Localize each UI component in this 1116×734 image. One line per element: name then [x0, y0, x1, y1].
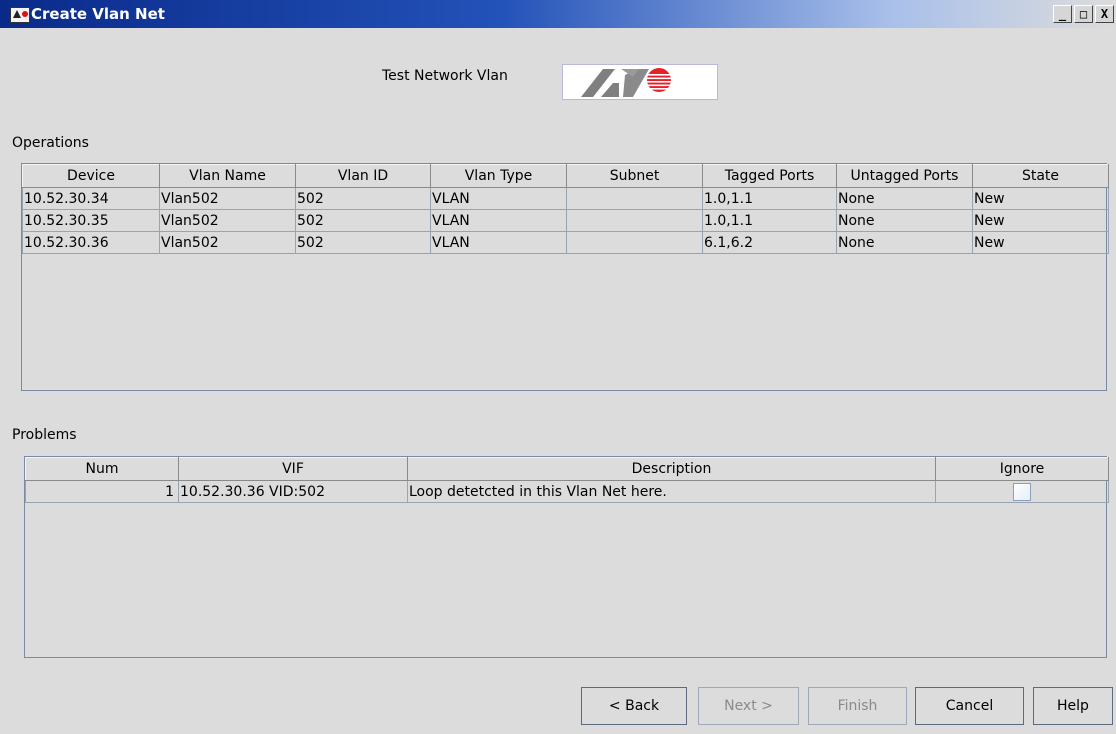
vlan-net-name-label: Test Network Vlan	[382, 68, 508, 84]
cell-state: New	[972, 209, 1109, 232]
minimize-button[interactable]: _	[1053, 5, 1072, 23]
ignore-checkbox[interactable]	[1013, 482, 1031, 501]
operations-row[interactable]: 10.52.30.34 Vlan502 502 VLAN 1.0,1.1 Non…	[22, 187, 1109, 210]
cell-untagged-ports: None	[836, 209, 973, 232]
cell-subnet	[566, 209, 703, 232]
operations-label: Operations	[12, 135, 89, 151]
cell-vlan-type: VLAN	[430, 209, 567, 232]
column-header-vlan-type[interactable]: Vlan Type	[430, 164, 567, 188]
column-header-device[interactable]: Device	[22, 164, 160, 188]
help-button[interactable]: Help	[1033, 687, 1113, 725]
column-header-untagged-ports[interactable]: Untagged Ports	[836, 164, 973, 188]
back-button[interactable]: < Back	[581, 687, 687, 725]
cell-vlan-name: Vlan502	[159, 231, 296, 254]
cell-state: New	[972, 187, 1109, 210]
cell-ignore	[935, 480, 1109, 503]
cell-untagged-ports: None	[836, 231, 973, 254]
cell-vif: 10.52.30.36 VID:502	[178, 480, 408, 503]
cell-device: 10.52.30.34	[22, 187, 160, 210]
window-title: Create Vlan Net	[31, 5, 165, 23]
problems-table: Num VIF Description Ignore 1 10.52.30.36…	[25, 457, 1109, 503]
problems-header-row: Num VIF Description Ignore	[25, 457, 1109, 481]
operations-header-row: Device Vlan Name Vlan ID Vlan Type Subne…	[22, 164, 1109, 188]
column-header-ignore[interactable]: Ignore	[935, 457, 1109, 481]
cell-subnet	[566, 187, 703, 210]
problems-table-panel[interactable]: Num VIF Description Ignore 1 10.52.30.36…	[24, 456, 1109, 658]
cell-device: 10.52.30.35	[22, 209, 160, 232]
cell-vlan-type: VLAN	[430, 187, 567, 210]
next-button[interactable]: Next >	[698, 687, 799, 725]
finish-button[interactable]: Finish	[808, 687, 907, 725]
cell-untagged-ports: None	[836, 187, 973, 210]
operations-table-panel[interactable]: Device Vlan Name Vlan ID Vlan Type Subne…	[21, 163, 1109, 391]
logo-panel	[562, 64, 718, 100]
column-header-num[interactable]: Num	[25, 457, 179, 481]
column-header-vif[interactable]: VIF	[178, 457, 408, 481]
cell-vlan-name: Vlan502	[159, 209, 296, 232]
column-header-vlan-id[interactable]: Vlan ID	[295, 164, 431, 188]
cell-vlan-id: 502	[295, 187, 431, 210]
column-header-subnet[interactable]: Subnet	[566, 164, 703, 188]
operations-row[interactable]: 10.52.30.35 Vlan502 502 VLAN 1.0,1.1 Non…	[22, 209, 1109, 232]
cancel-button[interactable]: Cancel	[915, 687, 1024, 725]
allied-telesyn-logo-icon	[581, 68, 671, 97]
column-header-description[interactable]: Description	[407, 457, 936, 481]
operations-table: Device Vlan Name Vlan ID Vlan Type Subne…	[22, 164, 1109, 254]
cell-description: Loop detetcted in this Vlan Net here.	[407, 480, 936, 503]
cell-vlan-type: VLAN	[430, 231, 567, 254]
column-header-tagged-ports[interactable]: Tagged Ports	[702, 164, 837, 188]
window-controls: _ □ X	[1053, 5, 1114, 23]
title-bar[interactable]: Create Vlan Net _ □ X	[0, 0, 1116, 28]
cell-vlan-id: 502	[295, 209, 431, 232]
cell-vlan-name: Vlan502	[159, 187, 296, 210]
problems-row[interactable]: 1 10.52.30.36 VID:502 Loop detetcted in …	[25, 480, 1109, 503]
cell-tagged-ports: 6.1,6.2	[702, 231, 837, 254]
maximize-button[interactable]: □	[1074, 5, 1093, 23]
column-header-vlan-name[interactable]: Vlan Name	[159, 164, 296, 188]
column-header-state[interactable]: State	[972, 164, 1109, 188]
cell-tagged-ports: 1.0,1.1	[702, 187, 837, 210]
cell-state: New	[972, 231, 1109, 254]
cell-device: 10.52.30.36	[22, 231, 160, 254]
problems-label: Problems	[12, 427, 77, 443]
operations-row[interactable]: 10.52.30.36 Vlan502 502 VLAN 6.1,6.2 Non…	[22, 231, 1109, 254]
cell-subnet	[566, 231, 703, 254]
close-button[interactable]: X	[1095, 5, 1114, 23]
cell-vlan-id: 502	[295, 231, 431, 254]
app-logo-icon	[10, 7, 30, 23]
cell-tagged-ports: 1.0,1.1	[702, 209, 837, 232]
cell-num: 1	[25, 480, 179, 503]
